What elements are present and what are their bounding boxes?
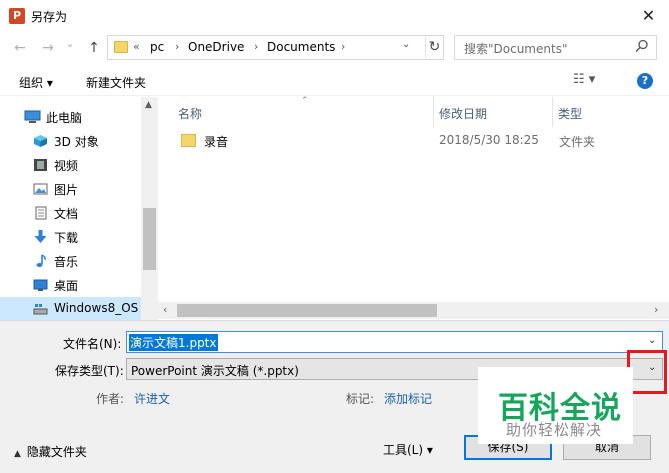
filetype-label: 保存类型(T):	[55, 364, 124, 378]
file-list: ⌃ 名称 修改日期 类型 录音 2018/5/30 18:25 文件夹	[161, 96, 669, 320]
breadcrumb-onedrive[interactable]: OneDrive	[188, 40, 244, 54]
sidebar-item-label: 图片	[54, 183, 79, 197]
chevron-up-icon: ▲	[14, 449, 21, 459]
scroll-right-arrow-icon[interactable]: ›	[654, 303, 658, 316]
sidebar-item-videos[interactable]: 视频	[0, 153, 141, 177]
address-bar[interactable]: « pc › OneDrive › Documents › ⌄ ↻	[107, 35, 444, 60]
file-date: 2018/5/30 18:25	[439, 133, 539, 147]
sidebar-item-label: 视频	[54, 159, 79, 173]
sidebar-item-3d-objects[interactable]: 3D 对象	[0, 129, 141, 153]
back-button[interactable]: ←	[9, 38, 31, 58]
window-title: 另存为	[31, 10, 68, 24]
folder-icon	[114, 41, 128, 53]
sidebar-item-documents[interactable]: 文档	[0, 201, 141, 225]
search-placeholder: 搜索"Documents"	[464, 42, 568, 56]
music-icon	[36, 254, 46, 267]
folder-icon	[181, 134, 196, 147]
breadcrumb-pc[interactable]: pc	[150, 40, 164, 54]
navigation-pane: 此电脑 3D 对象 视频 图片 文档 下载 音乐 桌面 Windows8_OS	[0, 97, 158, 320]
filetype-value: PowerPoint 演示文稿 (*.pptx)	[131, 364, 299, 378]
search-icon[interactable]	[635, 39, 649, 53]
breadcrumb-separator[interactable]: ›	[254, 40, 258, 53]
tags-field[interactable]: 添加标记	[384, 390, 432, 407]
filename-value[interactable]: 演示文稿1.pptx	[129, 334, 218, 351]
scrollbar-thumb[interactable]	[177, 304, 437, 317]
hide-folders-button[interactable]: ▲ 隐藏文件夹	[14, 443, 87, 460]
view-options-button[interactable]: ☷ ▾	[573, 72, 595, 87]
highlight-annotation	[627, 350, 667, 394]
title-bar: P 另存为 ✕	[0, 0, 669, 31]
sidebar-item-label: 下载	[54, 231, 79, 245]
chevron-down-icon[interactable]: ⌄	[648, 335, 656, 346]
computer-icon	[24, 110, 41, 123]
download-icon	[34, 230, 47, 243]
drive-icon	[33, 304, 48, 315]
table-row[interactable]: 录音 2018/5/30 18:25 文件夹	[167, 129, 667, 153]
forward-button[interactable]: →	[37, 38, 59, 58]
powerpoint-icon: P	[9, 8, 25, 24]
sidebar-scrollbar[interactable]: ▲	[141, 97, 158, 320]
pictures-icon	[33, 183, 48, 195]
toolbar: 组织 ▾ 新建文件夹 ☷ ▾ ?	[0, 66, 669, 96]
hide-folders-label: 隐藏文件夹	[26, 445, 87, 459]
desktop-icon	[33, 279, 48, 291]
scrollbar-thumb[interactable]	[143, 208, 156, 270]
sidebar-item-label: Windows8_OS	[54, 301, 139, 315]
column-header-name[interactable]: 名称	[178, 105, 202, 122]
column-divider[interactable]	[552, 97, 553, 127]
sidebar-item-music[interactable]: 音乐	[0, 249, 141, 273]
sidebar-item-label: 此电脑	[46, 111, 83, 125]
sidebar-item-label: 音乐	[54, 255, 79, 269]
tools-button[interactable]: 工具(L) ▾	[383, 441, 433, 458]
breadcrumb-documents[interactable]: Documents	[267, 40, 335, 54]
help-icon[interactable]: ?	[637, 73, 653, 89]
chevron-down-icon[interactable]: ⌄	[402, 39, 410, 50]
new-folder-button[interactable]: 新建文件夹	[86, 74, 146, 91]
breadcrumb-overflow[interactable]: «	[133, 40, 140, 53]
author-field[interactable]: 许进文	[134, 390, 170, 407]
sidebar-item-pictures[interactable]: 图片	[0, 177, 141, 201]
organize-button[interactable]: 组织 ▾	[19, 74, 53, 91]
sidebar-item-downloads[interactable]: 下载	[0, 225, 141, 249]
breadcrumb-separator[interactable]: ›	[175, 40, 179, 53]
sidebar-item-desktop[interactable]: 桌面	[0, 273, 141, 297]
scroll-left-arrow-icon[interactable]: ‹	[163, 303, 167, 316]
documents-icon	[35, 206, 47, 220]
sort-ascending-icon: ⌃	[301, 96, 309, 106]
search-input[interactable]: 搜索"Documents"	[454, 35, 657, 60]
file-name: 录音	[204, 135, 229, 149]
author-label: 作者:	[96, 392, 125, 406]
column-divider[interactable]	[433, 97, 434, 127]
sidebar-item-label: 桌面	[54, 279, 79, 293]
filename-field[interactable]: 演示文稿1.pptx ⌄	[126, 331, 663, 353]
up-button[interactable]: ↑	[83, 38, 105, 58]
scroll-up-arrow-icon[interactable]: ▲	[145, 100, 152, 110]
close-button[interactable]: ✕	[628, 0, 669, 31]
watermark: 百科全说 助你轻松解决	[478, 367, 633, 444]
column-header-date[interactable]: 修改日期	[439, 105, 487, 122]
filename-label: 文件名(N):	[63, 337, 122, 351]
sidebar-item-label: 3D 对象	[54, 135, 99, 149]
3d-objects-icon	[34, 135, 47, 147]
file-type: 文件夹	[559, 135, 596, 149]
sidebar-item-this-pc[interactable]: 此电脑	[0, 105, 141, 129]
recent-locations-button[interactable]: ⌄	[59, 34, 81, 54]
column-header-type[interactable]: 类型	[558, 105, 582, 122]
refresh-button[interactable]: ↻	[425, 37, 443, 58]
sidebar-item-label: 文档	[54, 207, 79, 221]
video-icon	[34, 159, 47, 171]
horizontal-scrollbar[interactable]: ‹ ›	[158, 302, 669, 319]
sidebar-item-windows8-os[interactable]: Windows8_OS	[0, 297, 141, 320]
tags-label: 标记:	[346, 392, 375, 406]
watermark-subtitle: 助你轻松解决	[506, 421, 603, 439]
breadcrumb-separator[interactable]: ›	[341, 40, 345, 53]
